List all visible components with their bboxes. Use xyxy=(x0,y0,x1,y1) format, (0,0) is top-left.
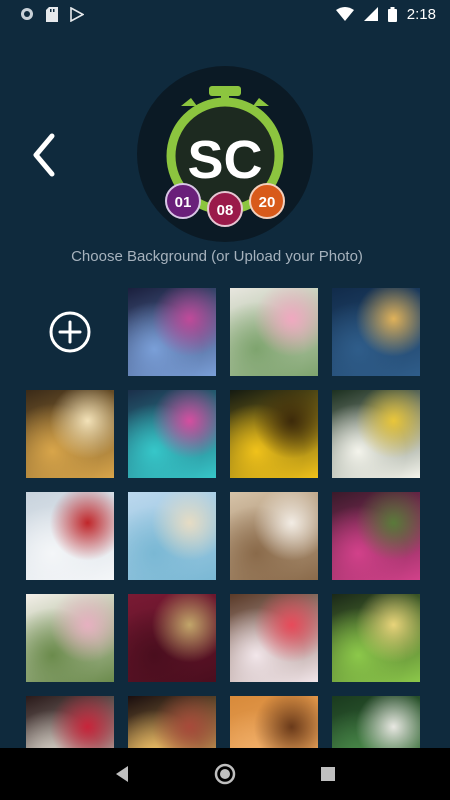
square-recents-icon xyxy=(321,767,336,781)
background-tile-christmas-cake[interactable] xyxy=(26,696,114,748)
stopwatch-logo-icon: SC 01 08 20 xyxy=(165,86,285,227)
background-tile-sunflowers[interactable] xyxy=(230,390,318,478)
background-tile-beach-chairs[interactable] xyxy=(128,492,216,580)
play-store-icon xyxy=(70,6,84,22)
background-tile-wedding-sign[interactable] xyxy=(230,492,318,580)
nav-home-button[interactable] xyxy=(207,756,243,792)
logo-counter-3: 20 xyxy=(259,194,276,211)
plus-circle-icon xyxy=(49,311,91,353)
signal-icon xyxy=(363,7,378,21)
wifi-icon xyxy=(335,7,354,21)
status-time: 2:18 xyxy=(406,5,436,23)
background-tile-party-people[interactable] xyxy=(26,390,114,478)
background-tile-neon-lights[interactable] xyxy=(128,390,216,478)
background-tile-champagne-toast[interactable] xyxy=(332,288,420,376)
background-tile-confetti-concert[interactable] xyxy=(128,288,216,376)
nav-recents-button[interactable] xyxy=(310,756,346,792)
background-tile-wedding-aisle[interactable] xyxy=(26,594,114,682)
nav-back-button[interactable] xyxy=(104,756,140,792)
background-tile-heart-hands[interactable] xyxy=(230,696,318,748)
background-tile-cupcake[interactable] xyxy=(230,594,318,682)
back-button[interactable] xyxy=(26,130,64,180)
background-gallery xyxy=(26,288,426,748)
background-tile-zen-stones[interactable] xyxy=(332,696,420,748)
status-right: 2:18 xyxy=(335,5,436,23)
logo-counter-1: 01 xyxy=(175,194,192,211)
battery-icon xyxy=(387,6,397,22)
logo-initials: SC xyxy=(187,130,262,190)
app-logo: SC 01 08 20 xyxy=(137,66,313,242)
upload-photo-button[interactable] xyxy=(26,288,114,376)
background-tile-graduation[interactable] xyxy=(128,594,216,682)
chevron-left-icon xyxy=(33,133,55,177)
background-tile-sparkler[interactable] xyxy=(128,696,216,748)
status-left xyxy=(20,6,84,22)
system-nav-bar xyxy=(0,748,450,800)
circle-home-icon xyxy=(214,763,236,785)
triangle-back-icon xyxy=(115,766,128,782)
logo-counter-2: 08 xyxy=(217,202,234,219)
choose-background-label: Choose Background (or Upload your Photo) xyxy=(71,248,363,265)
notification-dot-icon xyxy=(21,8,33,20)
background-tile-mountain-hiker[interactable] xyxy=(26,492,114,580)
background-tile-cocktail[interactable] xyxy=(332,594,420,682)
status-bar: 2:18 xyxy=(0,0,450,28)
background-tile-daisies[interactable] xyxy=(332,390,420,478)
background-tile-wedding-hands[interactable] xyxy=(230,288,318,376)
sd-card-icon xyxy=(46,6,58,22)
background-tile-pink-blossoms[interactable] xyxy=(332,492,420,580)
